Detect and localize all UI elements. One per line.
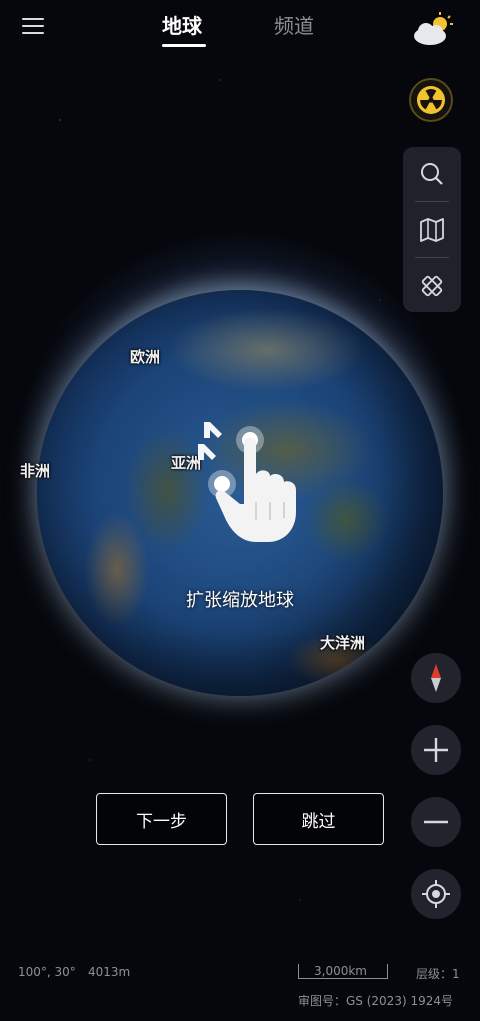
skip-button[interactable]: 跳过	[253, 793, 384, 845]
map-icon	[420, 218, 444, 242]
gesture-hint-text: 扩张缩放地球	[186, 590, 294, 611]
coordinates-readout: 100°, 30°	[18, 965, 76, 979]
zoom-in-icon	[424, 738, 448, 762]
top-bar: 地球 频道	[0, 0, 480, 60]
tool-divider	[415, 201, 449, 202]
zoom-out-button[interactable]	[411, 797, 461, 847]
radiation-icon	[417, 86, 445, 114]
zoom-level-readout: 层级：1	[416, 967, 460, 981]
search-button[interactable]	[403, 147, 461, 201]
label-oceania: 大洋洲	[320, 634, 366, 652]
map-approval-number: 审图号：GS (2023) 1924号	[298, 994, 453, 1008]
zoom-out-icon	[424, 820, 448, 824]
tool-panel	[403, 147, 461, 312]
measure-button[interactable]	[403, 259, 461, 313]
locate-button[interactable]	[411, 869, 461, 919]
weather-icon[interactable]	[412, 12, 454, 46]
ruler-icon	[421, 275, 443, 297]
scale-label: 3,000km	[314, 964, 367, 978]
compass-button[interactable]	[411, 653, 461, 703]
compass-icon	[431, 664, 441, 692]
label-africa: 非洲	[20, 462, 51, 480]
map-layers-button[interactable]	[403, 203, 461, 257]
pinch-gesture-illustration	[196, 412, 306, 552]
next-step-button[interactable]: 下一步	[96, 793, 227, 845]
menu-icon[interactable]	[22, 18, 44, 36]
locate-icon	[422, 880, 450, 908]
tool-divider	[415, 257, 449, 258]
zoom-in-button[interactable]	[411, 725, 461, 775]
altitude-readout: 4013m	[88, 965, 131, 979]
label-europe: 欧洲	[130, 348, 161, 366]
radiation-button[interactable]	[409, 78, 453, 122]
search-icon	[421, 163, 443, 185]
tab-channel[interactable]: 频道	[274, 10, 314, 39]
tab-active-indicator	[162, 44, 206, 47]
tab-earth[interactable]: 地球	[162, 10, 202, 39]
